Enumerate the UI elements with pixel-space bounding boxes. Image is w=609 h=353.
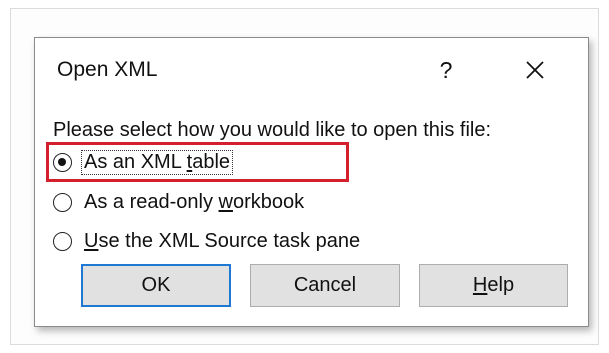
radio-read-only-workbook[interactable] [53,192,72,212]
access-key-underline: t [186,150,193,173]
ok-button[interactable]: OK [81,264,231,307]
title-bar: Open XML ? [35,38,588,106]
help-button[interactable]: Help [419,264,568,307]
help-icon[interactable]: ? [433,55,459,85]
cancel-button[interactable]: Cancel [250,264,400,307]
prompt-text: Please select how you would like to open… [53,119,492,141]
access-key-underline: U [84,229,99,252]
option-xml-table[interactable]: As an XML table [53,148,234,176]
open-xml-dialog: Open XML ? Please select how you would l… [34,37,589,327]
close-icon[interactable] [520,55,550,85]
option-read-only-workbook-label: As a read-only workbook [84,190,305,213]
option-xml-source-pane-label: Use the XML Source task pane [84,229,361,252]
radio-xml-source-pane[interactable] [53,231,72,251]
access-key-underline: H [472,274,488,296]
option-read-only-workbook[interactable]: As a read-only workbook [53,188,306,216]
option-xml-table-label: As an XML table [80,149,234,175]
option-xml-source-pane[interactable]: Use the XML Source task pane [53,227,362,255]
radio-xml-table[interactable] [53,152,72,172]
dialog-title: Open XML [57,58,158,81]
access-key-underline: w [218,190,233,213]
